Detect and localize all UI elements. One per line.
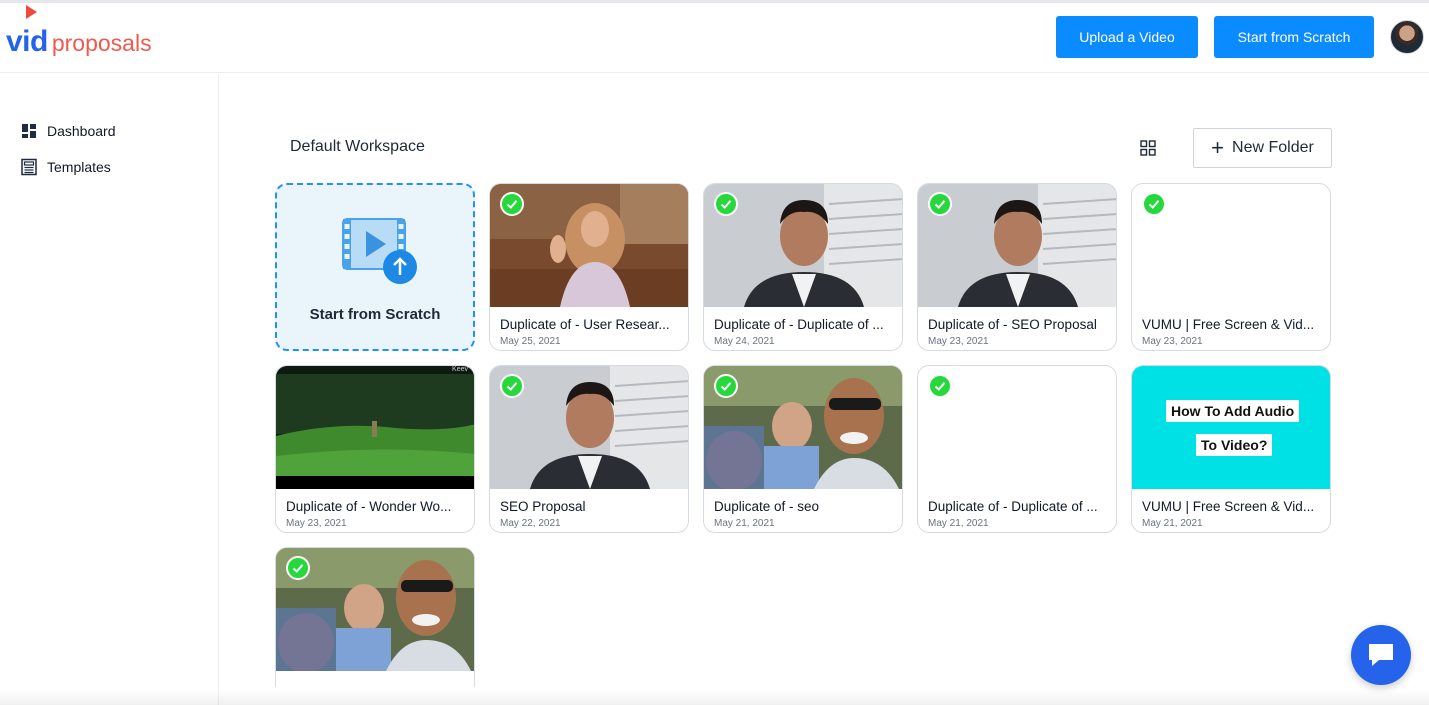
video-card[interactable]: Keev Duplicate of - Wonder Wo... May 23,…: [275, 365, 475, 533]
app-header: vid proposals Upload a Video Start from …: [0, 3, 1429, 73]
video-thumbnail: [276, 366, 474, 489]
scratch-card-label: Start from Scratch: [309, 306, 441, 323]
video-title: VUMU | Free Screen & Vid...: [1142, 499, 1315, 514]
plus-icon: +: [1211, 135, 1225, 160]
video-card[interactable]: Duplicate of - seo May 21, 2021: [703, 365, 903, 533]
video-date: May 22, 2021: [500, 518, 561, 529]
check-icon: [500, 192, 524, 216]
video-card[interactable]: SEO Proposal May 22, 2021: [489, 365, 689, 533]
video-title: VUMU | Free Screen & Vid...: [1142, 317, 1315, 332]
video-card[interactable]: Duplicate of - Duplicate of ... May 21, …: [917, 365, 1117, 533]
video-card[interactable]: [275, 547, 475, 687]
check-icon: [1142, 192, 1166, 216]
video-title: Duplicate of - User Resear...: [500, 317, 670, 332]
grid-view-icon[interactable]: [1140, 140, 1156, 156]
dashboard-icon: [22, 124, 36, 138]
check-icon: [286, 556, 310, 580]
chat-button[interactable]: [1351, 625, 1411, 685]
sidebar-item-label: Dashboard: [47, 123, 116, 139]
user-avatar[interactable]: [1390, 20, 1424, 54]
video-card[interactable]: VUMU | Free Screen & Vid... May 23, 2021: [1131, 183, 1331, 351]
video-card[interactable]: Duplicate of - User Resear... May 25, 20…: [489, 183, 689, 351]
sidebar-item-label: Templates: [47, 159, 111, 175]
workspace-title: Default Workspace: [290, 138, 425, 155]
video-title: Duplicate of - SEO Proposal: [928, 317, 1097, 332]
check-icon: [714, 192, 738, 216]
video-upload-icon: [342, 218, 417, 284]
sidebar: Dashboard Templates: [0, 74, 219, 705]
chat-bubble-icon: [1369, 644, 1393, 666]
video-card[interactable]: How To Add Audio To Video? VUMU | Free S…: [1131, 365, 1331, 533]
video-card[interactable]: Duplicate of - Duplicate of ... May 24, …: [703, 183, 903, 351]
video-date: May 21, 2021: [928, 518, 989, 529]
logo[interactable]: vid proposals: [6, 5, 152, 58]
check-icon: [714, 374, 738, 398]
video-date: May 23, 2021: [1142, 336, 1203, 347]
video-thumbnail: How To Add Audio To Video?: [1132, 366, 1330, 489]
video-title: Duplicate of - Duplicate of ...: [928, 499, 1098, 514]
upload-video-button[interactable]: Upload a Video: [1056, 16, 1198, 58]
logo-play-icon: [26, 5, 37, 19]
video-date: May 25, 2021: [500, 336, 561, 347]
sidebar-item-dashboard[interactable]: Dashboard: [20, 122, 116, 140]
video-date: May 21, 2021: [1142, 518, 1203, 529]
check-icon: [928, 374, 952, 398]
banner-line-2: To Video?: [1196, 434, 1273, 456]
sidebar-item-templates[interactable]: Templates: [20, 158, 111, 176]
video-date: May 23, 2021: [928, 336, 989, 347]
video-date: May 21, 2021: [714, 518, 775, 529]
check-icon: [500, 374, 524, 398]
new-folder-label: New Folder: [1232, 139, 1314, 156]
logo-proposals: proposals: [51, 30, 152, 56]
video-date: May 23, 2021: [286, 518, 347, 529]
logo-vid: vid: [6, 25, 48, 58]
templates-icon: [21, 158, 37, 176]
start-from-scratch-button[interactable]: Start from Scratch: [1214, 16, 1374, 58]
check-icon: [928, 192, 952, 216]
video-card[interactable]: Duplicate of - SEO Proposal May 23, 2021: [917, 183, 1117, 351]
banner-line-1: How To Add Audio: [1166, 400, 1300, 422]
video-title: SEO Proposal: [500, 499, 586, 514]
video-title: Duplicate of - Wonder Wo...: [286, 499, 452, 514]
watermark-text: Keev: [452, 366, 468, 373]
video-title: Duplicate of - seo: [714, 499, 820, 514]
video-date: May 24, 2021: [714, 336, 775, 347]
new-folder-button[interactable]: + New Folder: [1193, 128, 1332, 168]
start-from-scratch-card[interactable]: Start from Scratch: [275, 183, 475, 351]
video-title: Duplicate of - Duplicate of ...: [714, 317, 884, 332]
